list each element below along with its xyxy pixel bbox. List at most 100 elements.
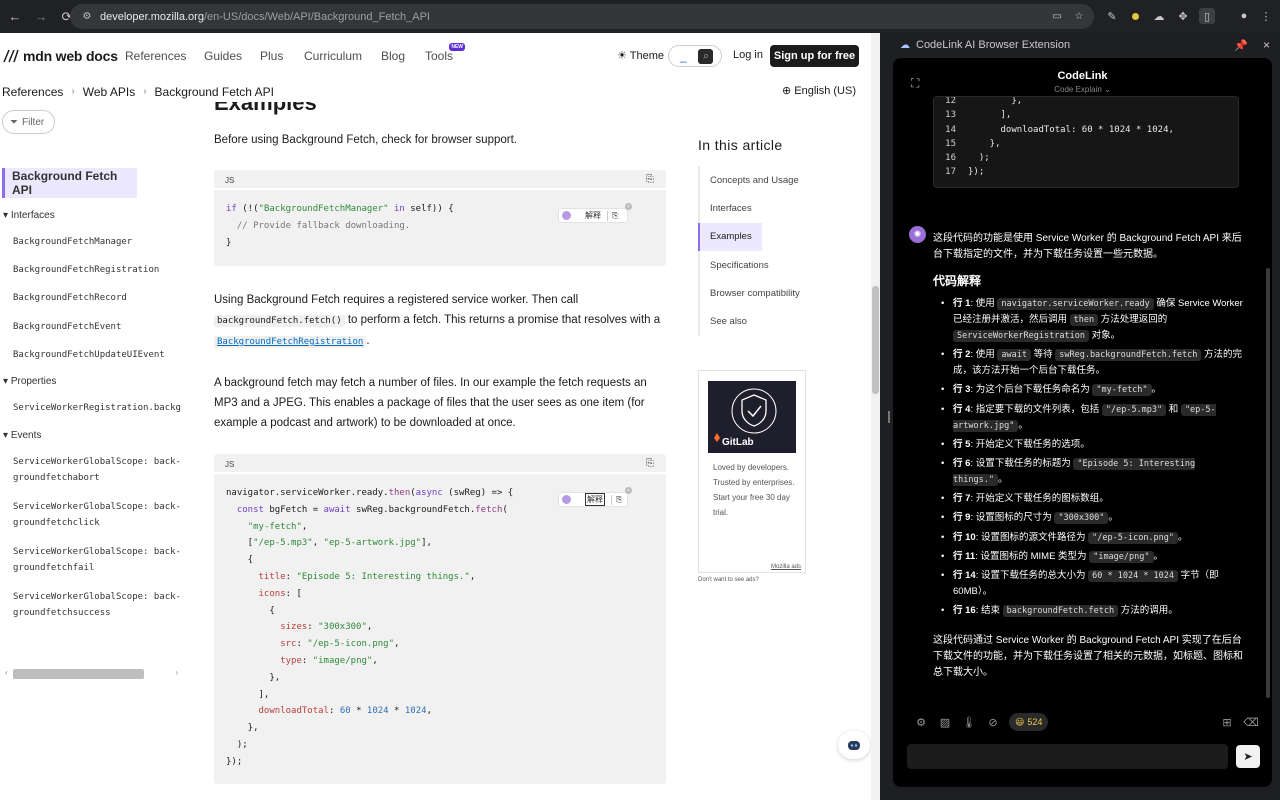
- sidebar-item-backgroundfetchclick[interactable]: ServiceWorkerGlobalScope: back- groundfe…: [13, 499, 181, 531]
- mdn-logo[interactable]: mdn web docs: [3, 48, 118, 64]
- bookmark-star-icon[interactable]: ☆: [1072, 9, 1086, 23]
- address-bar[interactable]: ⚙ developer.mozilla.org/en-US/docs/Web/A…: [70, 4, 1094, 29]
- code-line: {: [226, 605, 275, 616]
- sidebar-group-properties[interactable]: ▾ Properties: [3, 376, 56, 387]
- send-icon[interactable]: ➤: [1236, 745, 1260, 768]
- token-count: 524: [1027, 717, 1043, 727]
- menu-kebab-icon[interactable]: ⋮: [1258, 8, 1274, 24]
- temperature-icon[interactable]: 🌡: [957, 712, 981, 732]
- link-backgroundfetchregistration[interactable]: BackgroundFetchRegistration: [214, 336, 367, 348]
- nav-curriculum[interactable]: Curriculum: [304, 49, 362, 63]
- toc-title: In this article: [698, 137, 783, 153]
- sidebar-horizontal-scrollbar[interactable]: ‹ ›: [5, 668, 180, 680]
- ad-text: Loved by developers. Trusted by enterpri…: [713, 463, 795, 517]
- ad-attribution[interactable]: Mozilla ads: [771, 564, 801, 570]
- sidebar-item-backgroundfetchregistration[interactable]: BackgroundFetchRegistration: [13, 262, 159, 278]
- sidebar-item-backgroundfetchrecord[interactable]: BackgroundFetchRecord: [13, 290, 127, 306]
- scrollbar-thumb[interactable]: [13, 669, 144, 679]
- sidebar-item-backgroundfetch-property[interactable]: ServiceWorkerRegistration.backgrou: [13, 400, 181, 416]
- sidebar-filter-button[interactable]: ⏷ Filter: [2, 110, 55, 134]
- nav-tools[interactable]: Tools NEW: [425, 43, 466, 63]
- sidebar-group-interfaces[interactable]: ▾ Interfaces: [3, 210, 55, 221]
- clear-chat-icon[interactable]: ⌫: [1239, 712, 1263, 732]
- extension-icon[interactable]: ✎: [1104, 8, 1120, 24]
- browser-toolbar: ← → ⟳ ⚙ developer.mozilla.org/en-US/docs…: [0, 0, 1280, 33]
- sidebar-group-events[interactable]: ▾ Events: [3, 430, 41, 441]
- scrollbar-thumb[interactable]: [872, 286, 879, 394]
- back-icon[interactable]: ←: [4, 6, 26, 28]
- site-info-icon[interactable]: ⚙: [80, 10, 94, 24]
- toc-item-interfaces[interactable]: Interfaces: [700, 194, 804, 222]
- cloud-icon[interactable]: ☁: [1151, 8, 1167, 24]
- page-scrollbar[interactable]: [871, 33, 880, 800]
- scroll-right-icon[interactable]: ›: [175, 668, 178, 677]
- copy-code-icon[interactable]: ⎘: [646, 458, 654, 469]
- token-counter[interactable]: 😃 524: [1009, 713, 1049, 731]
- panel-resize-handle[interactable]: [885, 33, 893, 800]
- image-icon[interactable]: ▨: [933, 712, 957, 732]
- ad-box[interactable]: GitLab Loved by developers. Trusted by e…: [698, 370, 806, 573]
- puzzle-extensions-icon[interactable]: ✥: [1175, 8, 1191, 24]
- sidebar-item-backgroundfetchmanager[interactable]: BackgroundFetchManager: [13, 234, 132, 250]
- codelink-explain-chip: 解释 ⎘: [558, 208, 628, 223]
- no-ads-link[interactable]: Don't want to see ads?: [698, 577, 759, 583]
- no-context-icon[interactable]: ⊘: [981, 712, 1005, 732]
- chat-scrollbar[interactable]: [1266, 268, 1270, 698]
- side-panel-icon[interactable]: ▯: [1199, 8, 1215, 24]
- close-panel-icon[interactable]: ×: [1263, 38, 1270, 52]
- breadcrumb-current[interactable]: Background Fetch API: [155, 85, 274, 99]
- toc-item-concepts[interactable]: Concepts and Usage: [700, 166, 804, 194]
- breadcrumb-web-apis[interactable]: Web APIs: [83, 85, 135, 99]
- toc-item-browser-compat[interactable]: Browser compatibility: [700, 279, 804, 307]
- toc-item-examples[interactable]: Examples: [698, 222, 762, 251]
- chip-close-icon[interactable]: ×: [625, 487, 632, 494]
- sidebar-item-backgroundfetchabort[interactable]: ServiceWorkerGlobalScope: back- groundfe…: [13, 454, 181, 486]
- ai-help-float-button[interactable]: [838, 731, 870, 759]
- robot-icon: [848, 741, 860, 750]
- theme-toggle[interactable]: ☀ Theme: [617, 49, 664, 62]
- chevron-down-icon: ⌄: [1104, 85, 1111, 94]
- code-line: 16 );: [945, 153, 990, 164]
- breadcrumb-references[interactable]: References: [2, 85, 63, 99]
- search-button[interactable]: _ ⌕: [668, 45, 722, 67]
- forward-icon[interactable]: →: [30, 6, 52, 28]
- login-link[interactable]: Log in: [733, 49, 763, 61]
- chip-copy-icon[interactable]: ⎘: [611, 494, 622, 505]
- copy-code-icon[interactable]: ⎘: [646, 174, 654, 185]
- sidebar-item-backgroundfetchfail[interactable]: ServiceWorkerGlobalScope: back- groundfe…: [13, 544, 181, 576]
- profile-icon[interactable]: ●: [1236, 8, 1252, 24]
- explain-button[interactable]: 解释: [585, 493, 605, 506]
- language-selector[interactable]: ⊕ English (US): [782, 84, 856, 97]
- sidebar-item-backgroundfetchsuccess[interactable]: ServiceWorkerGlobalScope: back- groundfe…: [13, 589, 181, 621]
- side-panel-title: CodeLink AI Browser Extension: [916, 39, 1071, 51]
- extension-dot-icon[interactable]: [1127, 8, 1143, 24]
- mode-selector[interactable]: Code Explain ⌄: [893, 85, 1272, 94]
- new-chat-icon[interactable]: ⊞: [1215, 712, 1239, 732]
- sidebar-item-backgroundfetchupdateuievent[interactable]: BackgroundFetchUpdateUIEvent: [13, 347, 165, 363]
- code-block-header: JS ⎘: [214, 454, 666, 474]
- chip-copy-icon[interactable]: ⎘: [607, 210, 618, 221]
- signup-button[interactable]: Sign up for free: [770, 45, 859, 67]
- sidebar-item-backgroundfetchevent[interactable]: BackgroundFetchEvent: [13, 319, 121, 335]
- nav-guides[interactable]: Guides: [204, 49, 242, 63]
- nav-references[interactable]: References: [125, 49, 186, 63]
- scroll-left-icon[interactable]: ‹: [5, 668, 8, 677]
- ad-image[interactable]: GitLab: [708, 381, 796, 453]
- chat-input[interactable]: [907, 744, 1228, 769]
- code-line: },: [226, 723, 259, 734]
- toc-item-see-also[interactable]: See also: [700, 307, 804, 335]
- settings-icon[interactable]: ⚙: [909, 712, 933, 732]
- toc-item-specifications[interactable]: Specifications: [700, 251, 804, 279]
- explain-button[interactable]: 解释: [585, 210, 601, 221]
- chip-close-icon[interactable]: ×: [625, 203, 632, 210]
- nav-plus[interactable]: Plus: [260, 49, 283, 63]
- code-block-support-check: JS ⎘ if (!("BackgroundFetchManager" in s…: [214, 170, 666, 266]
- explanation-list: 行 1: 使用 navigator.serviceWorker.ready 确保…: [941, 296, 1246, 622]
- url-path: /en-US/docs/Web/API/Background_Fetch_API: [203, 10, 430, 23]
- sidebar-current-page[interactable]: Background Fetch API: [2, 168, 137, 198]
- pin-icon[interactable]: 📌: [1234, 39, 1248, 52]
- cast-icon[interactable]: ▭: [1050, 9, 1064, 23]
- nav-blog[interactable]: Blog: [381, 49, 405, 63]
- codelink-logo-icon: [562, 211, 571, 220]
- codelink-title: CodeLink: [1057, 70, 1108, 82]
